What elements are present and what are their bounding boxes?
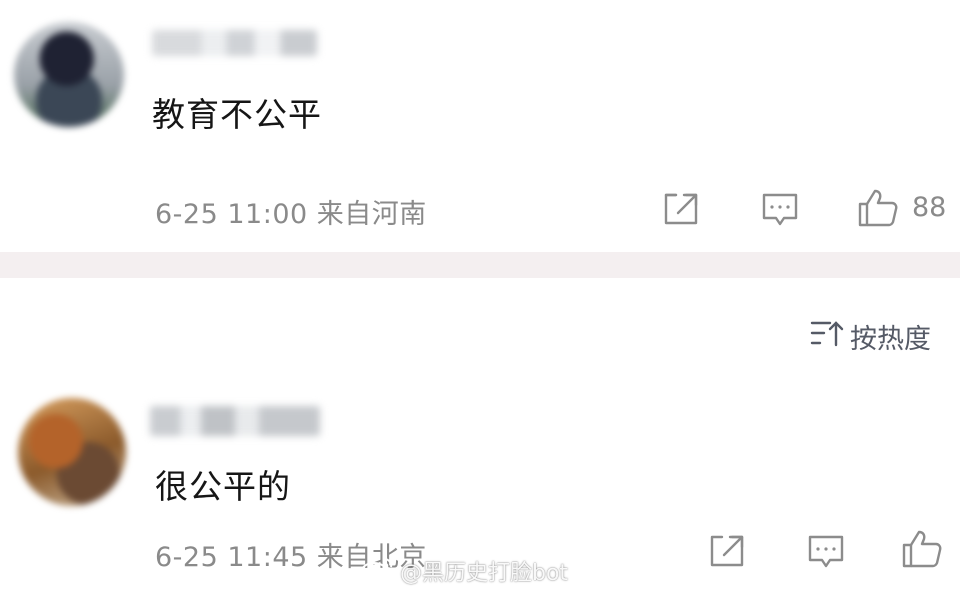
avatar[interactable] bbox=[18, 398, 126, 506]
sort-by-hot-button[interactable]: 按热度 bbox=[810, 317, 931, 356]
watermark-text: @黑历史打脸bot bbox=[400, 561, 569, 586]
sort-icon bbox=[810, 319, 844, 354]
section-divider bbox=[0, 252, 960, 278]
like-count: 88 bbox=[912, 192, 947, 223]
comment-text: 教育不公平 bbox=[152, 95, 322, 134]
username-blurred[interactable] bbox=[150, 406, 320, 436]
comment-icon[interactable] bbox=[806, 532, 846, 572]
comment-icon[interactable] bbox=[760, 190, 800, 230]
avatar[interactable] bbox=[14, 22, 124, 127]
watermark: @黑历史打脸bot bbox=[360, 555, 568, 587]
username-blurred[interactable] bbox=[152, 30, 317, 56]
sort-label: 按热度 bbox=[850, 324, 931, 355]
thumbs-up-icon[interactable] bbox=[856, 187, 900, 229]
share-icon[interactable] bbox=[708, 533, 746, 569]
share-icon[interactable] bbox=[662, 191, 700, 227]
comment-text: 很公平的 bbox=[155, 467, 291, 506]
thumbs-up-icon[interactable] bbox=[900, 528, 944, 570]
comment-meta: 6-25 11:00 来自河南 bbox=[155, 199, 427, 230]
weibo-logo-icon bbox=[360, 555, 394, 587]
